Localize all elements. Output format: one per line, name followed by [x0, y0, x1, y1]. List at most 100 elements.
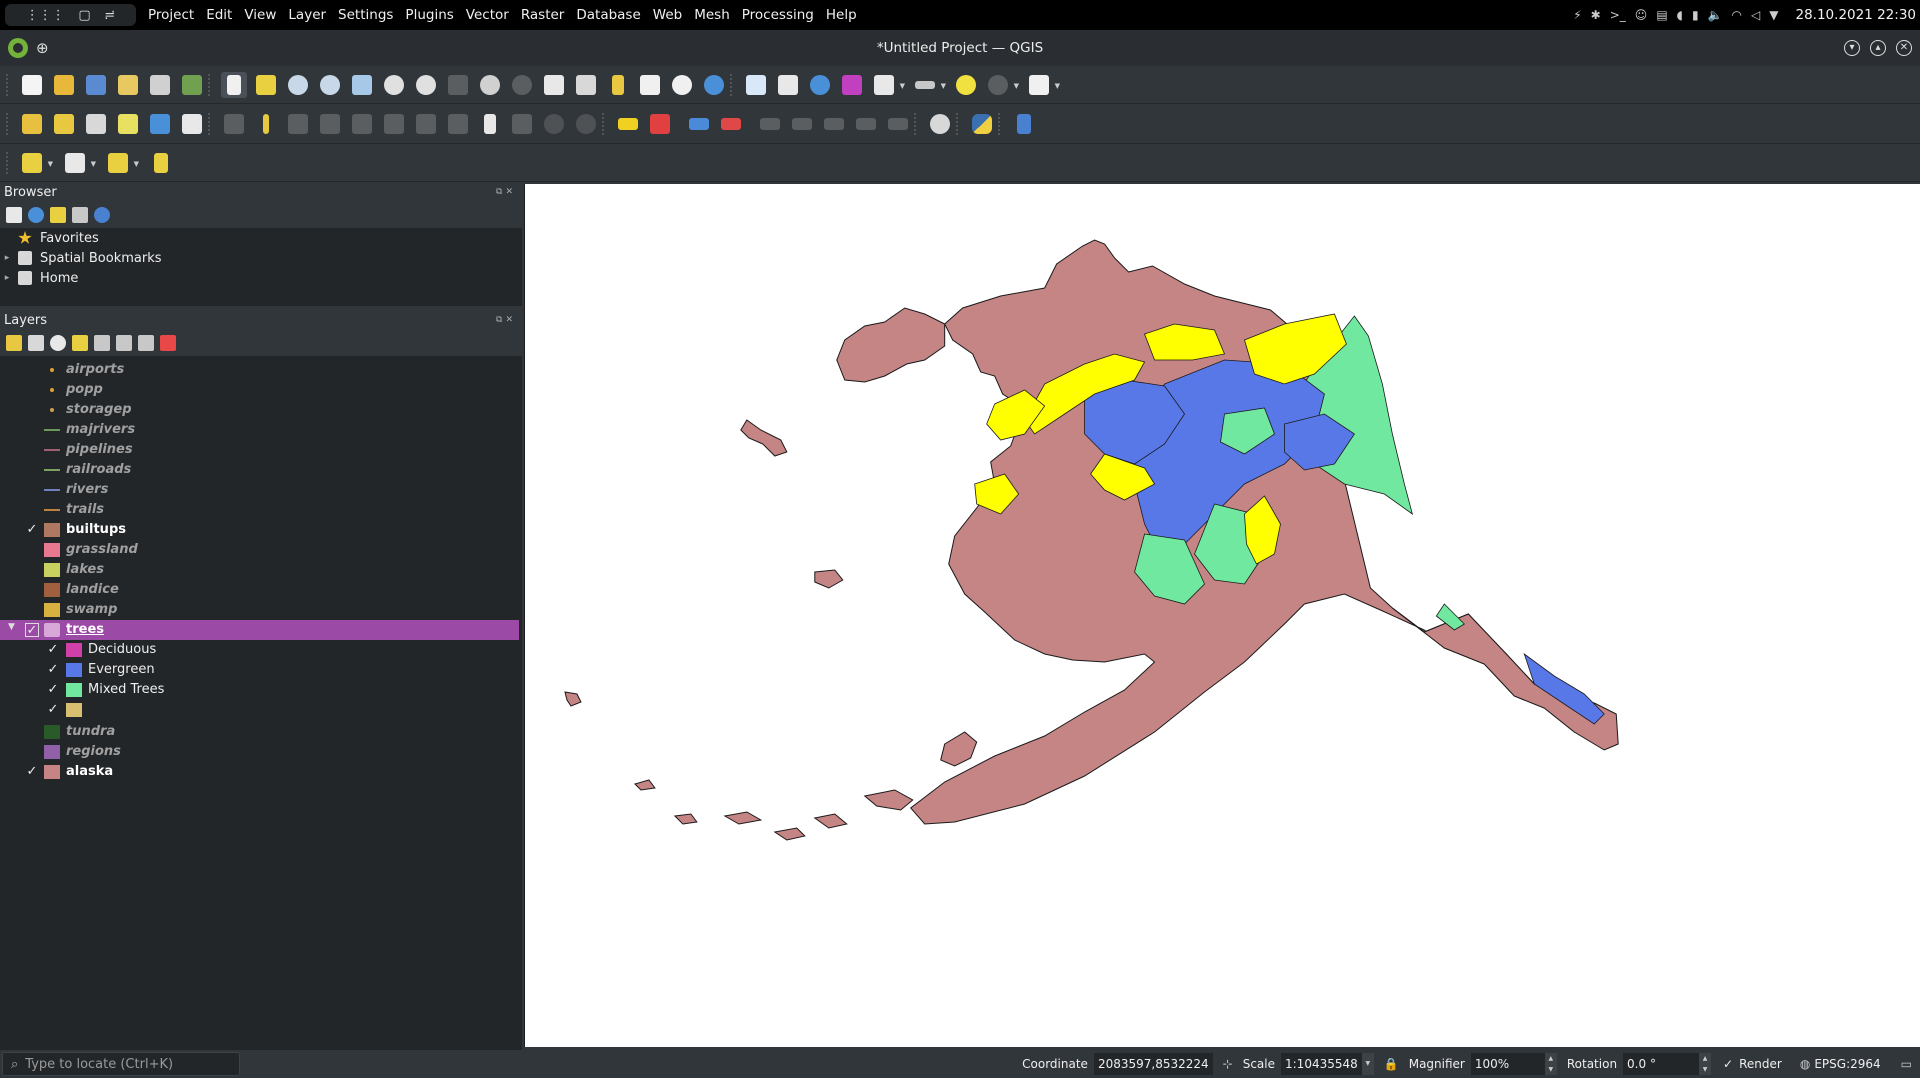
zoom-to-selection-button[interactable] [381, 72, 407, 98]
processing-toolbox-button[interactable] [807, 72, 833, 98]
locator-search[interactable]: ⌕ Type to locate (Ctrl+K) [2, 1052, 240, 1076]
browser-item[interactable]: Favorites [0, 228, 522, 248]
layer-pipelines[interactable]: pipelines [0, 440, 522, 460]
pin-labels-button[interactable] [718, 111, 744, 137]
diagram-options-button[interactable] [647, 111, 673, 137]
pan-to-selection-button[interactable] [253, 72, 279, 98]
tray-expand-icon[interactable]: ▼ [1769, 8, 1778, 22]
toggle-editing-button[interactable] [253, 111, 279, 137]
sound-icon[interactable]: ◖ [1677, 8, 1683, 22]
properties-icon[interactable] [94, 207, 110, 223]
statistical-summary-button[interactable] [839, 72, 865, 98]
coordinate-field[interactable]: 2083597,8532224 [1093, 1053, 1213, 1075]
magnifier-field[interactable]: 100% [1470, 1053, 1545, 1075]
menu-project[interactable]: Project [142, 0, 200, 30]
help-button[interactable] [1011, 111, 1037, 137]
style-manager-button[interactable] [179, 72, 205, 98]
map-tips-button[interactable] [953, 72, 979, 98]
maximize-button[interactable]: ▴ [1870, 40, 1886, 56]
scale-field[interactable]: 1:10435548 [1281, 1053, 1362, 1075]
filter-icon[interactable] [50, 207, 66, 223]
clock[interactable]: 28.10.2021 22:30 [1796, 7, 1917, 23]
show-bookmarks-button[interactable] [637, 72, 663, 98]
zoom-next-button[interactable] [509, 72, 535, 98]
temporal-controller-button[interactable] [669, 72, 695, 98]
menu-vector[interactable]: Vector [460, 0, 515, 30]
map-canvas[interactable] [524, 184, 1920, 1047]
magnifier-spinner[interactable]: ▲ ▼ [1544, 1053, 1557, 1075]
toolbar-grip[interactable] [956, 112, 960, 135]
collapse-all-icon[interactable] [72, 207, 88, 223]
attribute-table-button[interactable] [775, 72, 801, 98]
manage-visibility-icon[interactable] [50, 335, 66, 351]
copy-features-button[interactable] [477, 111, 503, 137]
menu-layer[interactable]: Layer [282, 0, 332, 30]
menu-web[interactable]: Web [647, 0, 688, 30]
volume-icon[interactable]: 🔈 [1708, 8, 1723, 22]
battery-icon[interactable]: ▮ [1692, 8, 1699, 22]
layer-rivers[interactable]: rivers [0, 480, 522, 500]
scale-dropdown-icon[interactable]: ▼ [1361, 1053, 1374, 1075]
legend-class-deciduous[interactable]: ✓ Deciduous [0, 640, 522, 660]
add-feature-button[interactable] [317, 111, 343, 137]
layer-airports[interactable]: airports [0, 360, 522, 380]
zoom-to-layer-button[interactable] [413, 72, 439, 98]
rotate-label-button[interactable] [821, 111, 847, 137]
toolbar-grip[interactable] [602, 112, 606, 135]
lock-scale-icon[interactable]: 🔒 [1384, 1057, 1399, 1071]
layout-manager-button[interactable] [147, 72, 173, 98]
terminal-icon[interactable]: >_ [1610, 8, 1626, 22]
layer-visibility-checkbox[interactable] [25, 483, 39, 497]
save-project-button[interactable] [83, 72, 109, 98]
clipboard-icon[interactable]: ▤ [1656, 8, 1667, 22]
layer-visibility-checkbox[interactable] [25, 383, 39, 397]
vertex-tool-button[interactable] [349, 111, 375, 137]
refresh-icon[interactable] [28, 207, 44, 223]
layer-trails[interactable]: trails [0, 500, 522, 520]
select-location-button[interactable] [148, 150, 174, 176]
label-toolbar-button[interactable] [615, 111, 641, 137]
layer-visibility-checkbox[interactable] [25, 603, 39, 617]
layer-popp[interactable]: popp [0, 380, 522, 400]
new-geopackage-layer-button[interactable] [51, 111, 77, 137]
metasearch-button[interactable] [927, 111, 953, 137]
wifi-icon[interactable]: ◠ [1732, 8, 1742, 22]
layer-group-trees[interactable]: ▼ ✓ trees [0, 620, 519, 640]
layer-railroads[interactable]: railroads [0, 460, 522, 480]
legend-class-unnamed[interactable]: ✓ [0, 700, 522, 720]
menu-raster[interactable]: Raster [515, 0, 571, 30]
app-grid-icon[interactable]: ⋮⋮⋮ [26, 8, 65, 23]
layer-visibility-checkbox[interactable] [25, 403, 39, 417]
alaska-map[interactable] [525, 184, 1920, 1047]
new-shapefile-layer-button[interactable] [83, 111, 109, 137]
layer-visibility-checkbox[interactable]: ✓ [25, 523, 39, 537]
toolbar-grip[interactable] [6, 151, 10, 174]
cut-features-button[interactable] [445, 111, 471, 137]
select-by-value-button[interactable]: ▼ [62, 150, 96, 176]
window-menu-icon[interactable]: ⊕ [36, 39, 49, 57]
new-map-view-button[interactable] [541, 72, 567, 98]
layer-visibility-checkbox[interactable] [25, 463, 39, 477]
current-edits-button[interactable] [221, 111, 247, 137]
layer-alaska[interactable]: ✓ alaska [0, 762, 522, 782]
crs-button[interactable]: EPSG:2964 [1814, 1057, 1880, 1071]
filter-legend-icon[interactable] [72, 335, 88, 351]
minimize-button[interactable]: ▾ [1844, 40, 1860, 56]
show-hide-labels-button[interactable] [757, 111, 783, 137]
refresh-button[interactable] [701, 72, 727, 98]
python-console-button[interactable] [969, 111, 995, 137]
modify-attributes-button[interactable] [381, 111, 407, 137]
layer-builtups[interactable]: ✓ builtups [0, 520, 522, 540]
layer-grassland[interactable]: grassland [0, 540, 522, 560]
layer-visibility-checkbox[interactable]: ✓ [46, 643, 60, 657]
layer-majrivers[interactable]: majrivers [0, 420, 522, 440]
layer-visibility-checkbox[interactable] [25, 745, 39, 759]
delete-selected-button[interactable] [413, 111, 439, 137]
browser-item[interactable]: ▸ Home [0, 268, 522, 288]
collapse-arrow-icon[interactable]: ▼ [8, 622, 15, 632]
user-icon[interactable]: ☺ [1635, 8, 1648, 22]
layer-lakes[interactable]: lakes [0, 560, 522, 580]
filter-expression-icon[interactable] [94, 335, 110, 351]
measure-line-button[interactable]: ▼ [912, 72, 946, 98]
change-label-button[interactable] [853, 111, 879, 137]
